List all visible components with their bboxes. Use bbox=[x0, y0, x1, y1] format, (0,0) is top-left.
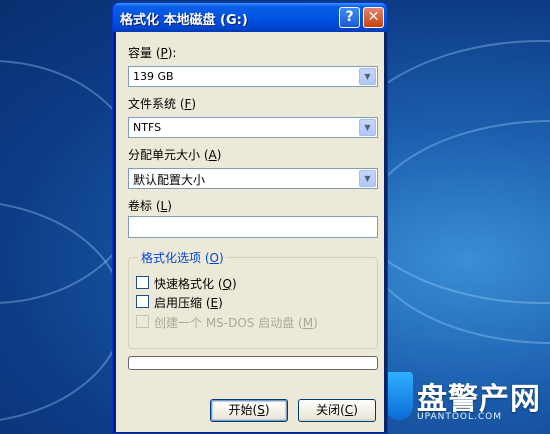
enable-compression-label[interactable]: 启用压缩 (E) bbox=[154, 294, 223, 311]
format-options-legend: 格式化选项 (O) bbox=[138, 249, 227, 266]
close-button[interactable]: 关闭(C) bbox=[298, 399, 376, 422]
allocation-value: 默认配置大小 bbox=[133, 173, 206, 187]
filesystem-value: NTFS bbox=[133, 121, 162, 134]
close-icon: ✕ bbox=[367, 9, 380, 25]
help-button[interactable]: ? bbox=[339, 7, 360, 28]
filesystem-label: 文件系统 (F) bbox=[128, 97, 197, 111]
chevron-down-icon[interactable]: ▼ bbox=[359, 119, 376, 136]
allocation-dropdown[interactable]: 默认配置大小 ▼ bbox=[128, 168, 378, 189]
question-icon: ? bbox=[345, 9, 354, 25]
title-bar[interactable]: 格式化 本地磁盘 (G:) ? ✕ bbox=[113, 3, 387, 32]
quick-format-label[interactable]: 快速格式化 (Q) bbox=[154, 275, 237, 292]
allocation-label: 分配单元大小 (A) bbox=[128, 148, 222, 162]
close-window-button[interactable]: ✕ bbox=[363, 7, 384, 28]
capacity-dropdown[interactable]: 139 GB ▼ bbox=[128, 66, 378, 87]
msdos-startup-label: 创建一个 MS-DOS 启动盘 (M) bbox=[154, 316, 318, 330]
chevron-down-icon[interactable]: ▼ bbox=[359, 68, 376, 85]
capacity-label: 容量 (P): bbox=[128, 46, 177, 60]
logo-u-icon bbox=[385, 372, 413, 420]
msdos-startup-checkbox bbox=[136, 315, 149, 328]
volume-label-label: 卷标 (L) bbox=[128, 199, 172, 213]
quick-format-checkbox[interactable] bbox=[136, 276, 149, 289]
format-progress-bar bbox=[128, 356, 378, 370]
capacity-value: 139 GB bbox=[133, 70, 174, 83]
format-dialog: 格式化 本地磁盘 (G:) ? ✕ 容量 (P): 139 GB ▼ 文件系统 … bbox=[112, 2, 388, 434]
dialog-title: 格式化 本地磁盘 (G:) bbox=[120, 13, 248, 28]
enable-compression-checkbox[interactable] bbox=[136, 295, 149, 308]
chevron-down-icon[interactable]: ▼ bbox=[359, 170, 376, 187]
dialog-body: 容量 (P): 139 GB ▼ 文件系统 (F) NTFS ▼ 分配单元大小 … bbox=[116, 32, 384, 432]
start-button[interactable]: 开始(S) bbox=[210, 399, 288, 422]
filesystem-dropdown[interactable]: NTFS ▼ bbox=[128, 117, 378, 138]
watermark-logo: 盘警产网 UPANTOOL.COM bbox=[385, 372, 545, 428]
watermark-url: UPANTOOL.COM bbox=[417, 412, 503, 422]
volume-label-input[interactable] bbox=[128, 216, 378, 238]
